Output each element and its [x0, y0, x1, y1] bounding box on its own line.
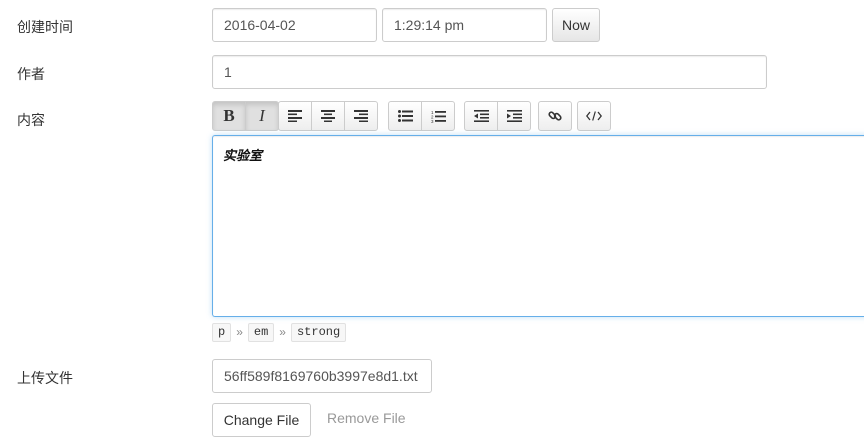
align-right-icon — [354, 110, 368, 122]
align-center-button[interactable] — [311, 101, 345, 131]
now-button[interactable]: Now — [552, 8, 600, 42]
time-input[interactable]: 1:29:14 pm — [382, 8, 547, 42]
italic-icon: I — [259, 106, 265, 125]
svg-text:3: 3 — [431, 119, 434, 123]
uploaded-filename: 56ff589f8169760b3997e8d1.txt — [212, 359, 432, 393]
align-left-icon — [288, 110, 302, 122]
editor-content[interactable]: 实验室 — [223, 145, 862, 164]
date-input[interactable]: 2016-04-02 — [212, 8, 377, 42]
bullet-list-button[interactable] — [388, 101, 422, 131]
numbered-list-button[interactable]: 123 — [421, 101, 455, 131]
upload-label: 上传文件 — [17, 370, 73, 386]
content-label: 内容 — [17, 112, 45, 128]
path-separator: » — [279, 325, 286, 339]
numbered-list-icon: 123 — [431, 110, 446, 123]
path-tag-strong[interactable]: strong — [290, 322, 347, 342]
format-group: B I — [212, 101, 279, 131]
outdent-button[interactable] — [464, 101, 498, 131]
indent-button[interactable] — [497, 101, 531, 131]
bold-button[interactable]: B — [212, 101, 246, 131]
code-view-icon — [586, 111, 602, 121]
code-group — [577, 101, 611, 131]
link-icon — [548, 111, 562, 121]
element-path: p » em » strong — [212, 322, 347, 342]
author-input[interactable]: 1 — [212, 55, 767, 89]
code-view-button[interactable] — [577, 101, 611, 131]
italic-button[interactable]: I — [245, 101, 279, 131]
path-separator: » — [236, 325, 243, 339]
indent-group — [464, 101, 531, 131]
indent-icon — [506, 110, 522, 122]
rich-text-editor[interactable]: 实验室 — [212, 135, 864, 317]
author-label: 作者 — [17, 66, 45, 82]
align-center-icon — [321, 110, 335, 122]
align-right-button[interactable] — [344, 101, 378, 131]
change-file-button[interactable]: Change File — [212, 403, 311, 437]
created-time-label: 创建时间 — [17, 19, 73, 35]
path-tag-p[interactable]: p — [212, 322, 232, 342]
align-left-button[interactable] — [278, 101, 312, 131]
remove-file-link[interactable]: Remove File — [327, 410, 406, 426]
link-button[interactable] — [538, 101, 572, 131]
path-tag-em[interactable]: em — [247, 322, 275, 342]
link-group — [538, 101, 572, 131]
align-group — [278, 101, 378, 131]
outdent-icon — [473, 110, 489, 122]
list-group: 123 — [388, 101, 455, 131]
bold-icon: B — [223, 106, 235, 125]
bullet-list-icon — [397, 110, 413, 122]
